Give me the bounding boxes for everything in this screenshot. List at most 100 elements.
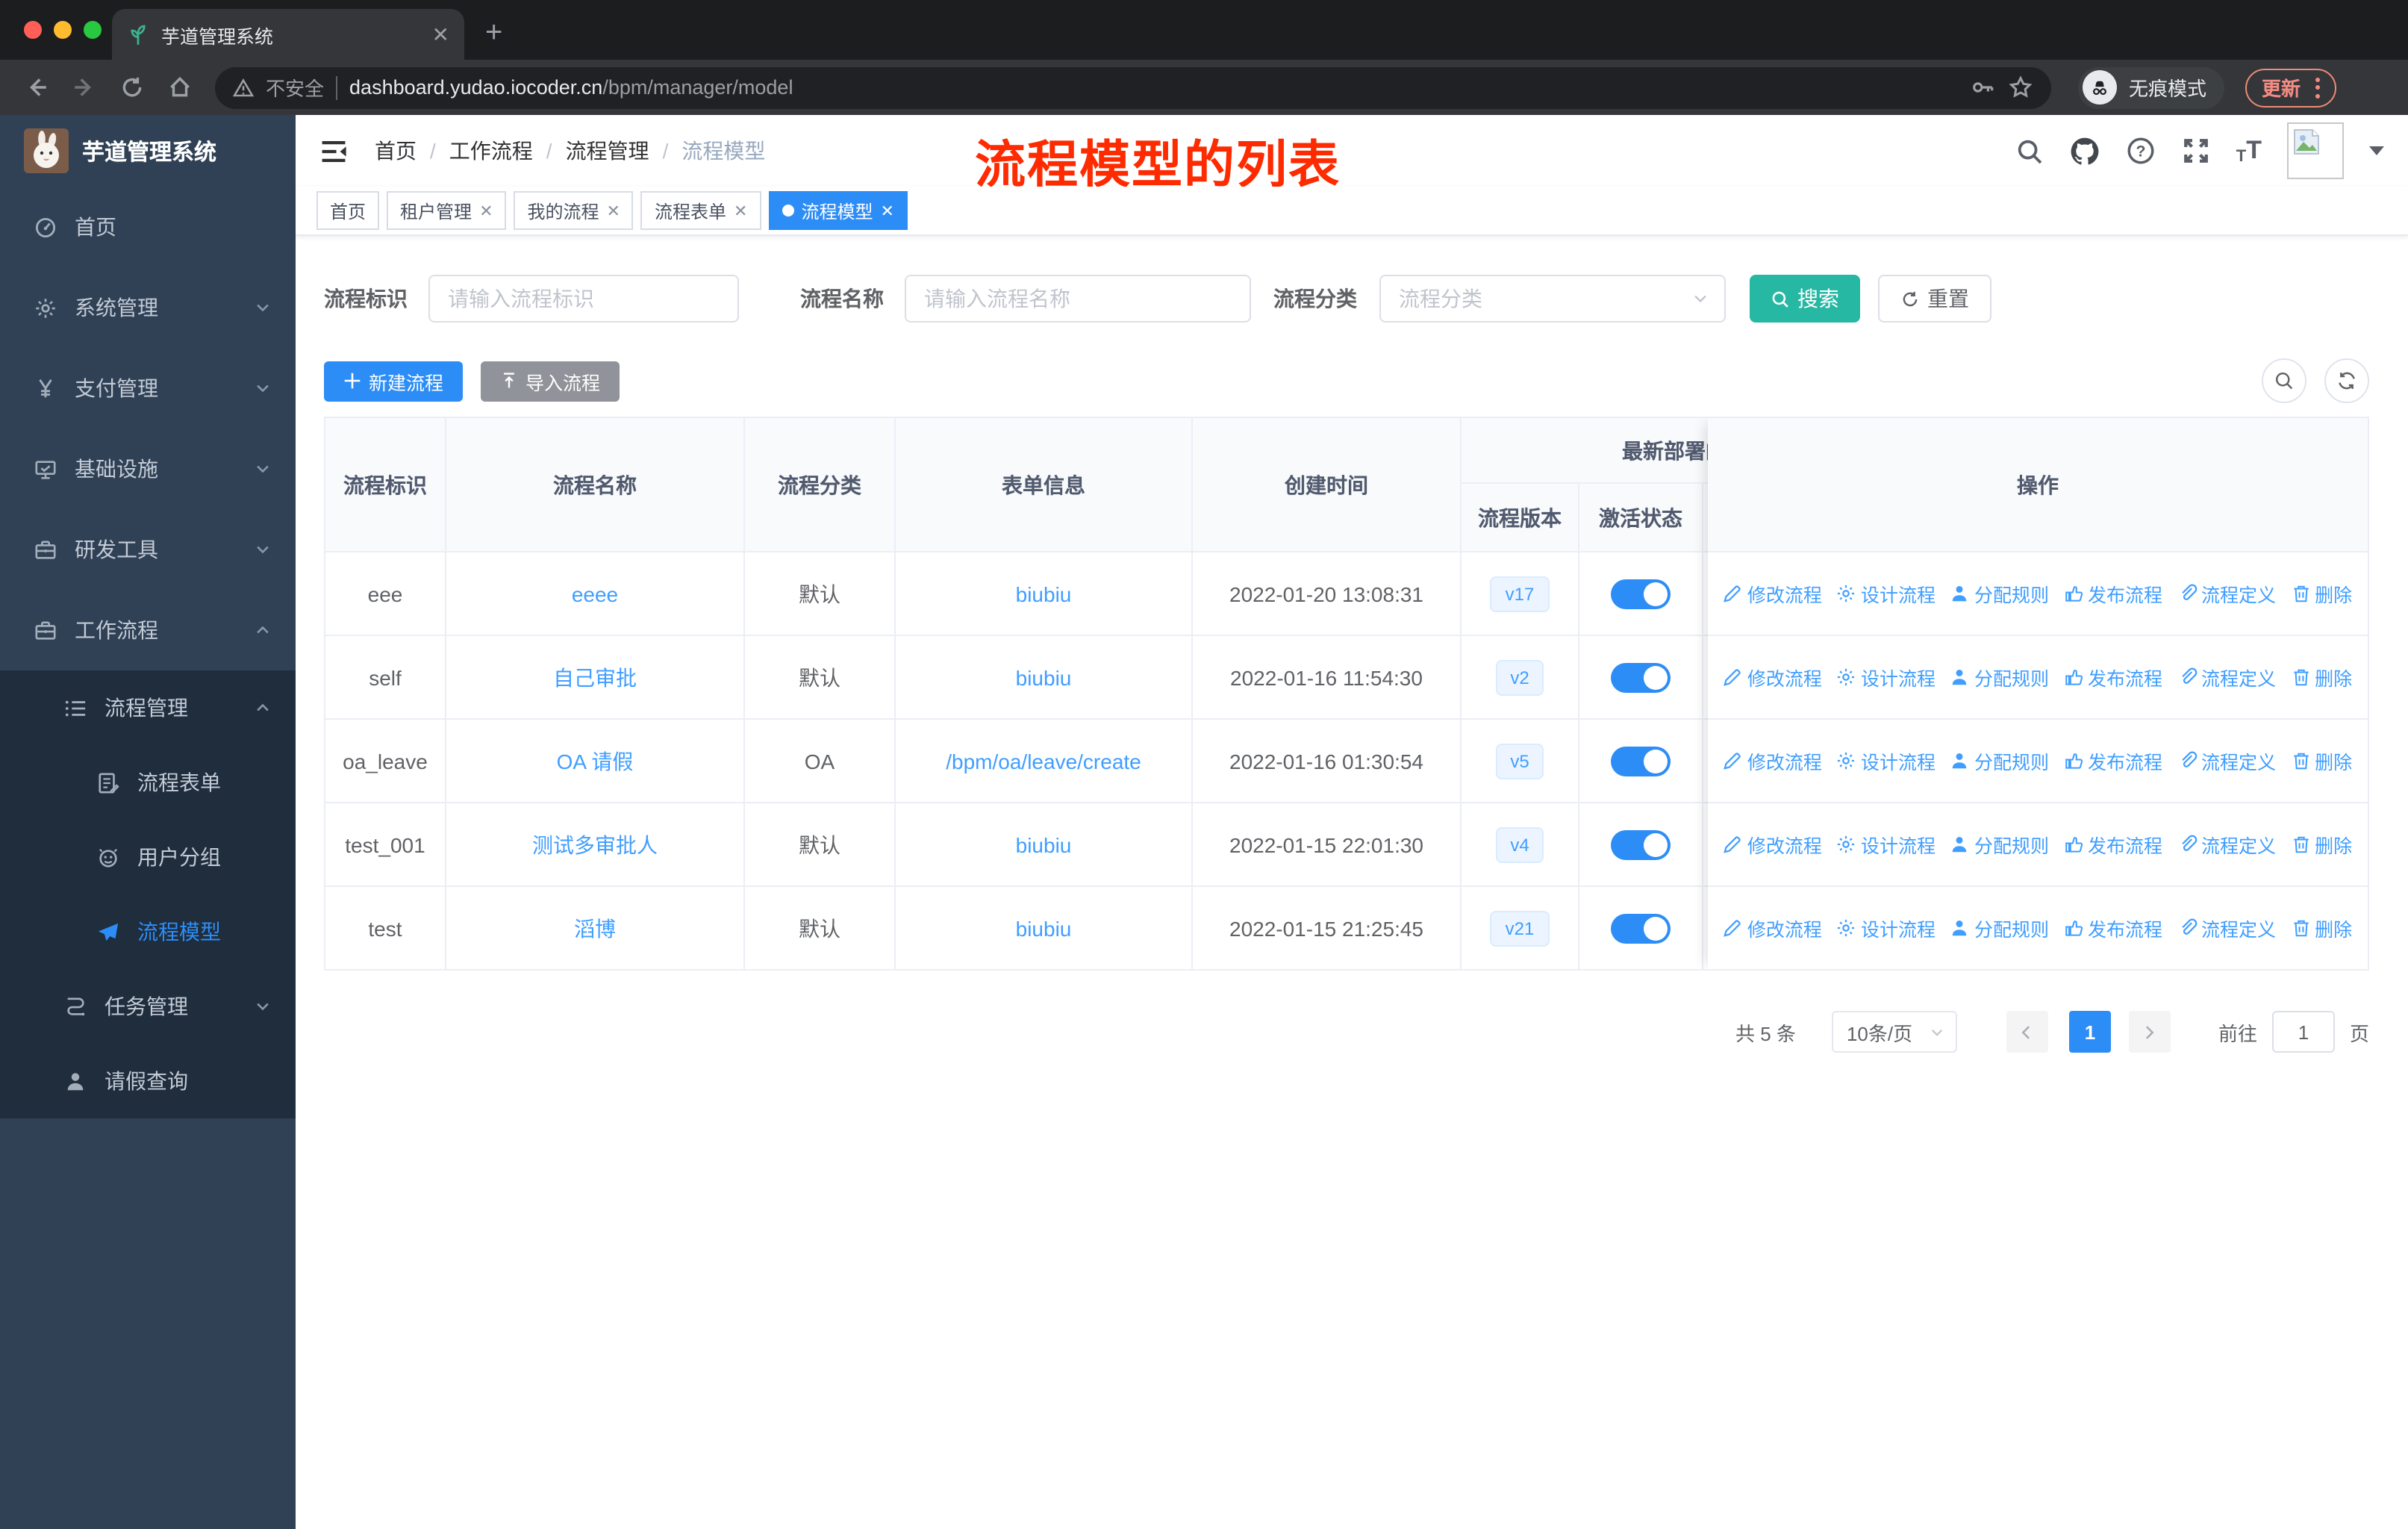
action-流程定义[interactable]: 流程定义 — [2177, 830, 2276, 859]
cell-form[interactable]: biubiu — [896, 552, 1193, 635]
version-badge[interactable]: v2 — [1495, 659, 1544, 695]
model-name-link[interactable]: 滔博 — [574, 913, 616, 943]
model-name-link[interactable]: OA 请假 — [557, 746, 634, 776]
form-link[interactable]: biubiu — [1016, 832, 1072, 856]
version-badge[interactable]: v17 — [1490, 576, 1550, 611]
action-发布流程[interactable]: 发布流程 — [2064, 747, 2162, 775]
sidebar-item-流程管理[interactable]: 流程管理 — [0, 670, 296, 745]
action-设计流程[interactable]: 设计流程 — [1837, 579, 1936, 608]
action-分配规则[interactable]: 分配规则 — [1950, 830, 2049, 859]
action-设计流程[interactable]: 设计流程 — [1837, 747, 1936, 775]
sidebar-item-首页[interactable]: 首页 — [0, 187, 296, 267]
sidebar-item-系统管理[interactable]: 系统管理 — [0, 267, 296, 348]
cell-version[interactable]: v21 — [1462, 887, 1579, 969]
breadcrumb-item[interactable]: 工作流程 — [449, 136, 533, 166]
action-删除[interactable]: 删除 — [2291, 747, 2352, 775]
action-发布流程[interactable]: 发布流程 — [2064, 830, 2162, 859]
user-avatar[interactable] — [2287, 122, 2344, 179]
tag-close-icon[interactable]: ✕ — [880, 201, 893, 220]
cell-active[interactable] — [1579, 636, 1703, 718]
sidebar-logo[interactable]: 芋道管理系统 — [0, 115, 296, 187]
search-icon[interactable] — [2015, 137, 2044, 165]
cell-active[interactable] — [1579, 720, 1703, 802]
tag-view-流程模型[interactable]: 流程模型 ✕ — [768, 191, 908, 230]
avatar-caret-icon[interactable] — [2369, 146, 2384, 155]
action-发布流程[interactable]: 发布流程 — [2064, 663, 2162, 691]
breadcrumb-item[interactable]: 流程管理 — [566, 136, 649, 166]
action-分配规则[interactable]: 分配规则 — [1950, 747, 2049, 775]
tag-view-流程表单[interactable]: 流程表单 ✕ — [640, 191, 761, 230]
new-tab-button[interactable]: + — [485, 16, 502, 51]
sidebar-item-任务管理[interactable]: 任务管理 — [0, 969, 296, 1044]
sidebar-item-流程表单[interactable]: 流程表单 — [0, 745, 296, 820]
cell-name[interactable]: eeee — [446, 552, 745, 635]
reload-icon[interactable] — [110, 66, 152, 108]
active-toggle[interactable] — [1611, 829, 1671, 859]
form-link[interactable]: /bpm/oa/leave/create — [946, 749, 1141, 773]
github-icon[interactable] — [2069, 135, 2100, 166]
sidebar-item-用户分组[interactable]: 用户分组 — [0, 820, 296, 894]
action-分配规则[interactable]: 分配规则 — [1950, 663, 2049, 691]
sidebar-item-请假查询[interactable]: 请假查询 — [0, 1044, 296, 1118]
action-发布流程[interactable]: 发布流程 — [2064, 579, 2162, 608]
active-toggle[interactable] — [1611, 579, 1671, 608]
model-name-link[interactable]: eeee — [572, 582, 618, 605]
cell-name[interactable]: 自己审批 — [446, 636, 745, 718]
action-发布流程[interactable]: 发布流程 — [2064, 914, 2162, 942]
cell-name[interactable]: 测试多审批人 — [446, 803, 745, 885]
sidebar-item-支付管理[interactable]: 支付管理 — [0, 348, 296, 429]
browser-tab[interactable]: 芋道管理系统 ✕ — [112, 9, 464, 60]
cell-form[interactable]: /bpm/oa/leave/create — [896, 720, 1193, 802]
action-修改流程[interactable]: 修改流程 — [1724, 747, 1822, 775]
cell-version[interactable]: v17 — [1462, 552, 1579, 635]
action-流程定义[interactable]: 流程定义 — [2177, 747, 2276, 775]
tag-close-icon[interactable]: ✕ — [607, 201, 620, 220]
collapse-sidebar-icon[interactable] — [319, 137, 348, 165]
prev-page-button[interactable] — [2006, 1011, 2048, 1053]
action-删除[interactable]: 删除 — [2291, 579, 2352, 608]
search-button[interactable]: 搜索 — [1750, 275, 1860, 323]
back-icon[interactable] — [15, 66, 57, 108]
tab-close-icon[interactable]: ✕ — [432, 22, 449, 47]
filter-name-input[interactable] — [905, 275, 1251, 323]
tag-close-icon[interactable]: ✕ — [479, 201, 493, 220]
sidebar-item-流程模型[interactable]: 流程模型 — [0, 894, 296, 969]
form-link[interactable]: biubiu — [1016, 665, 1072, 689]
page-size-select[interactable]: 10条/页 — [1831, 1011, 1957, 1053]
current-page-button[interactable]: 1 — [2068, 1011, 2111, 1053]
tag-view-首页[interactable]: 首页 — [316, 191, 380, 230]
action-流程定义[interactable]: 流程定义 — [2177, 663, 2276, 691]
action-删除[interactable]: 删除 — [2291, 914, 2352, 942]
sidebar-item-研发工具[interactable]: 研发工具 — [0, 509, 296, 590]
font-size-icon[interactable]: TT — [2236, 136, 2262, 166]
action-修改流程[interactable]: 修改流程 — [1724, 663, 1822, 691]
action-删除[interactable]: 删除 — [2291, 663, 2352, 691]
active-toggle[interactable] — [1611, 913, 1671, 943]
tag-view-租户管理[interactable]: 租户管理 ✕ — [387, 191, 507, 230]
version-badge[interactable]: v4 — [1495, 826, 1544, 862]
action-删除[interactable]: 删除 — [2291, 830, 2352, 859]
refresh-icon[interactable] — [2324, 358, 2369, 403]
cell-active[interactable] — [1579, 803, 1703, 885]
action-修改流程[interactable]: 修改流程 — [1724, 579, 1822, 608]
sidebar-item-工作流程[interactable]: 工作流程 — [0, 590, 296, 670]
close-window-icon[interactable] — [24, 21, 42, 39]
cell-form[interactable]: biubiu — [896, 803, 1193, 885]
next-page-button[interactable] — [2128, 1011, 2171, 1053]
cell-name[interactable]: OA 请假 — [446, 720, 745, 802]
create-model-button[interactable]: 新建流程 — [324, 361, 464, 401]
browser-update-button[interactable]: 更新 — [2245, 68, 2337, 107]
form-link[interactable]: biubiu — [1016, 916, 1072, 940]
action-分配规则[interactable]: 分配规则 — [1950, 914, 2049, 942]
browser-menu-icon[interactable] — [2315, 77, 2321, 98]
version-badge[interactable]: v5 — [1495, 743, 1544, 779]
action-修改流程[interactable]: 修改流程 — [1724, 830, 1822, 859]
url-bar[interactable]: 不安全 dashboard.yudao.iocoder.cn/bpm/manag… — [215, 66, 2051, 108]
bookmark-star-icon[interactable] — [2008, 75, 2033, 100]
import-model-button[interactable]: 导入流程 — [481, 361, 620, 401]
tag-view-我的流程[interactable]: 我的流程 ✕ — [514, 191, 634, 230]
maximize-window-icon[interactable] — [84, 21, 102, 39]
cell-version[interactable]: v4 — [1462, 803, 1579, 885]
action-流程定义[interactable]: 流程定义 — [2177, 579, 2276, 608]
home-icon[interactable] — [158, 66, 200, 108]
